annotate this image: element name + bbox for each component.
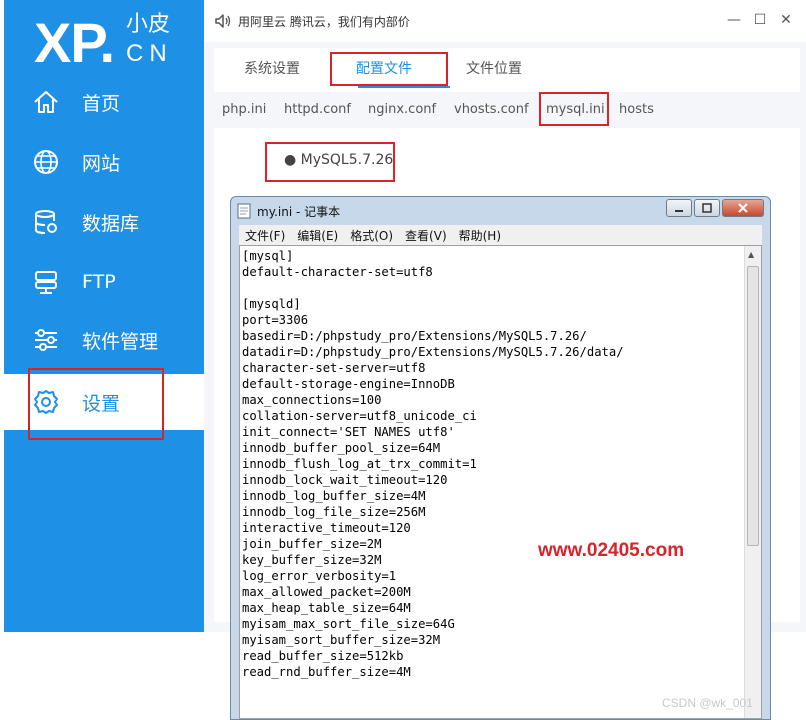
- notepad-maximize-button[interactable]: [694, 199, 720, 217]
- speaker-icon: [214, 12, 232, 30]
- sidebar-item-software[interactable]: 软件管理: [4, 312, 204, 368]
- config-file-tabs: php.ini httpd.conf nginx.conf vhosts.con…: [214, 92, 800, 128]
- logo-text: XP.: [34, 11, 115, 74]
- ini-line: innodb_flush_log_at_trx_commit=1: [242, 457, 477, 471]
- sidebar-item-home[interactable]: 首页: [4, 74, 204, 130]
- ini-line: interactive_timeout=120: [242, 521, 411, 535]
- ini-file-content: [mysql] default-character-set=utf8 [mysql…: [242, 248, 624, 680]
- vertical-scrollbar[interactable]: ▲: [744, 246, 761, 718]
- notepad-close-button[interactable]: [722, 199, 764, 217]
- sidebar-item-label: FTP: [82, 271, 116, 293]
- ini-line: default-storage-engine=InnoDB: [242, 377, 455, 391]
- sidebar-item-website[interactable]: 网站: [4, 134, 204, 190]
- ini-line: init_connect='SET NAMES utf8': [242, 425, 455, 439]
- ini-line: innodb_log_file_size=256M: [242, 505, 426, 519]
- active-tab-underline: [358, 86, 450, 88]
- ini-line: basedir=D:/phpstudy_pro/Extensions/MySQL…: [242, 329, 587, 343]
- home-icon: [32, 88, 60, 116]
- minimize-icon: [675, 210, 683, 212]
- scroll-up-icon[interactable]: ▲: [748, 250, 754, 259]
- ini-line: collation-server=utf8_unicode_ci: [242, 409, 477, 423]
- sidebar: XP. 小皮 CN 首页 网站 数据库 FTP 软件管理 设置: [4, 0, 204, 632]
- sidebar-item-label: 软件管理: [82, 330, 159, 353]
- ini-line: max_connections=100: [242, 393, 382, 407]
- document-icon: [237, 203, 251, 219]
- ini-line: read_buffer_size=512kb: [242, 649, 404, 663]
- close-icon: [738, 203, 748, 213]
- maximize-button[interactable]: ☐: [750, 10, 770, 30]
- ini-line: character-set-server=utf8: [242, 361, 426, 375]
- ini-line: myisam_sort_buffer_size=32M: [242, 633, 441, 647]
- subtab-nginx-conf[interactable]: nginx.conf: [368, 102, 436, 117]
- globe-icon: [32, 148, 60, 176]
- sidebar-item-ftp[interactable]: FTP: [4, 254, 204, 310]
- notepad-title: my.ini - 记事本: [257, 204, 341, 219]
- highlight-box-settings: [28, 368, 164, 440]
- ini-line: innodb_log_buffer_size=4M: [242, 489, 426, 503]
- sidebar-item-label: 首页: [82, 92, 121, 115]
- ini-line: max_allowed_packet=200M: [242, 585, 411, 599]
- highlight-box-mysql-ini: [539, 92, 609, 126]
- menu-view[interactable]: 查看(V): [405, 227, 447, 244]
- ini-line: log_error_verbosity=1: [242, 569, 397, 583]
- tab-system-settings[interactable]: 系统设置: [244, 58, 300, 78]
- close-button[interactable]: ✕: [776, 10, 796, 30]
- notepad-title-bar: my.ini - 记事本: [237, 201, 340, 221]
- settings-tabs: 系统设置 配置文件 文件位置: [214, 48, 800, 92]
- sidebar-item-label: 网站: [82, 152, 121, 175]
- notepad-menubar: 文件(F) 编辑(E) 格式(O) 查看(V) 帮助(H): [239, 225, 762, 245]
- notepad-text-area[interactable]: [mysql] default-character-set=utf8 [mysql…: [239, 245, 762, 719]
- menu-format[interactable]: 格式(O): [350, 227, 393, 244]
- logo-subtitle: 小皮: [126, 12, 171, 37]
- site-watermark: www.02405.com: [538, 540, 685, 561]
- sliders-icon: [32, 326, 60, 354]
- minimize-button[interactable]: —: [724, 10, 744, 30]
- notepad-minimize-button[interactable]: [666, 199, 692, 217]
- highlight-box-mysql-version: [265, 142, 395, 182]
- logo-cn: CN: [126, 40, 173, 67]
- menu-file[interactable]: 文件(F): [245, 227, 285, 244]
- ini-line: read_rnd_buffer_size=4M: [242, 665, 411, 679]
- highlight-box-config-tab: [330, 52, 448, 86]
- notepad-window: my.ini - 记事本 文件(F) 编辑(E) 格式(O) 查看(V) 帮助(…: [230, 196, 771, 720]
- scrollbar-thumb[interactable]: [747, 266, 759, 546]
- ini-line: innodb_buffer_pool_size=64M: [242, 441, 441, 455]
- subtab-vhosts-conf[interactable]: vhosts.conf: [454, 102, 529, 117]
- ini-line: myisam_max_sort_file_size=64G: [242, 617, 455, 631]
- subtab-php-ini[interactable]: php.ini: [222, 102, 266, 117]
- promo-notice[interactable]: 用阿里云 腾讯云，我们有内部价: [238, 13, 410, 30]
- tab-file-location[interactable]: 文件位置: [466, 58, 522, 78]
- ini-line: datadir=D:/phpstudy_pro/Extensions/MySQL…: [242, 345, 624, 359]
- ini-line: max_heap_table_size=64M: [242, 601, 411, 615]
- menu-help[interactable]: 帮助(H): [459, 227, 501, 244]
- ini-line: default-character-set=utf8: [242, 265, 433, 279]
- ini-line: [242, 280, 624, 296]
- maximize-icon: [702, 203, 712, 213]
- database-icon: [32, 208, 60, 236]
- sidebar-item-database[interactable]: 数据库: [4, 194, 204, 250]
- server-icon: [32, 268, 60, 296]
- title-bar: 用阿里云 腾讯云，我们有内部价 — ☐ ✕: [204, 0, 806, 42]
- ini-line: [mysql]: [242, 249, 294, 263]
- ini-line: port=3306: [242, 313, 309, 327]
- notepad-window-controls: [664, 199, 764, 217]
- subtab-hosts[interactable]: hosts: [619, 102, 654, 117]
- csdn-watermark: CSDN @wk_001: [662, 696, 753, 710]
- subtab-httpd-conf[interactable]: httpd.conf: [284, 102, 351, 117]
- ini-line: [mysqld]: [242, 297, 301, 311]
- menu-edit[interactable]: 编辑(E): [297, 227, 338, 244]
- ini-line: innodb_lock_wait_timeout=120: [242, 473, 448, 487]
- sidebar-item-label: 数据库: [82, 212, 140, 235]
